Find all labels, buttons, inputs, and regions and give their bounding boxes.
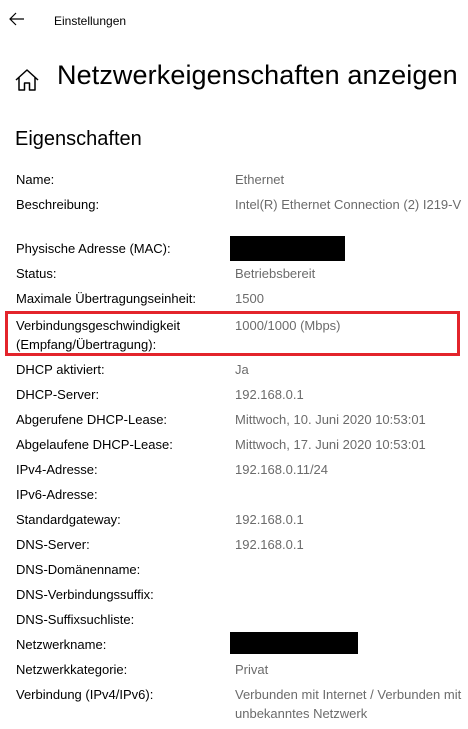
property-value: Betriebsbereit bbox=[235, 266, 316, 281]
property-label: DHCP-Server: bbox=[16, 387, 100, 402]
property-label: IPv4-Adresse: bbox=[16, 462, 98, 477]
arrow-left-icon bbox=[9, 12, 24, 26]
property-value: 192.168.0.11/24 bbox=[235, 462, 329, 477]
property-label: IPv6-Adresse: bbox=[16, 487, 98, 502]
property-label: DNS-Verbindungssuffix: bbox=[16, 587, 154, 602]
property-label: Beschreibung: bbox=[16, 197, 100, 212]
title-bar: Einstellungen bbox=[0, 0, 468, 40]
property-label: Standardgateway: bbox=[16, 512, 121, 527]
property-value: Mittwoch, 17. Juni 2020 10:53:01 bbox=[235, 437, 426, 452]
property-value: 1500 bbox=[235, 291, 264, 306]
property-label: Abgelaufene DHCP-Lease: bbox=[16, 437, 173, 452]
property-value: 192.168.0.1 bbox=[235, 512, 304, 527]
property-value: Ja bbox=[235, 362, 249, 377]
back-button[interactable] bbox=[6, 8, 28, 30]
home-icon[interactable] bbox=[14, 68, 40, 92]
property-label: Verbindung (IPv4/IPv6): bbox=[16, 687, 154, 702]
property-value: 192.168.0.1 bbox=[235, 387, 304, 402]
property-value: Ethernet bbox=[235, 172, 285, 187]
property-value: Verbunden mit Internet / Verbunden mit u… bbox=[235, 687, 462, 721]
property-label: DNS-Domänenname: bbox=[16, 562, 141, 577]
property-label: Netzwerkname: bbox=[16, 637, 107, 652]
property-label: DHCP aktiviert: bbox=[16, 362, 105, 377]
property-value: Privat bbox=[235, 662, 269, 677]
redacted-value bbox=[230, 632, 358, 654]
property-label: Name: bbox=[16, 172, 55, 187]
property-label: Physische Adresse (MAC): bbox=[16, 241, 171, 256]
property-label: DNS-Server: bbox=[16, 537, 90, 552]
property-value: Intel(R) Ethernet Connection (2) I219-V bbox=[235, 197, 462, 212]
property-label: Abgerufene DHCP-Lease: bbox=[16, 412, 168, 427]
property-label: Status: bbox=[16, 266, 57, 281]
property-label: DNS-Suffixsuchliste: bbox=[16, 612, 135, 627]
section-title: Eigenschaften bbox=[15, 128, 142, 150]
property-value: Mittwoch, 10. Juni 2020 10:53:01 bbox=[235, 412, 426, 427]
property-value: 192.168.0.1 bbox=[235, 537, 304, 552]
property-label: Netzwerkkategorie: bbox=[16, 662, 128, 677]
property-label: Maximale Übertragungseinheit: bbox=[16, 291, 196, 306]
highlight-box bbox=[5, 311, 460, 356]
page-header: Netzwerkeigenschaften anzeigen bbox=[0, 58, 468, 102]
app-title: Einstellungen bbox=[54, 14, 127, 28]
redacted-value bbox=[230, 236, 345, 261]
page-title: Netzwerkeigenschaften anzeigen bbox=[57, 60, 458, 90]
